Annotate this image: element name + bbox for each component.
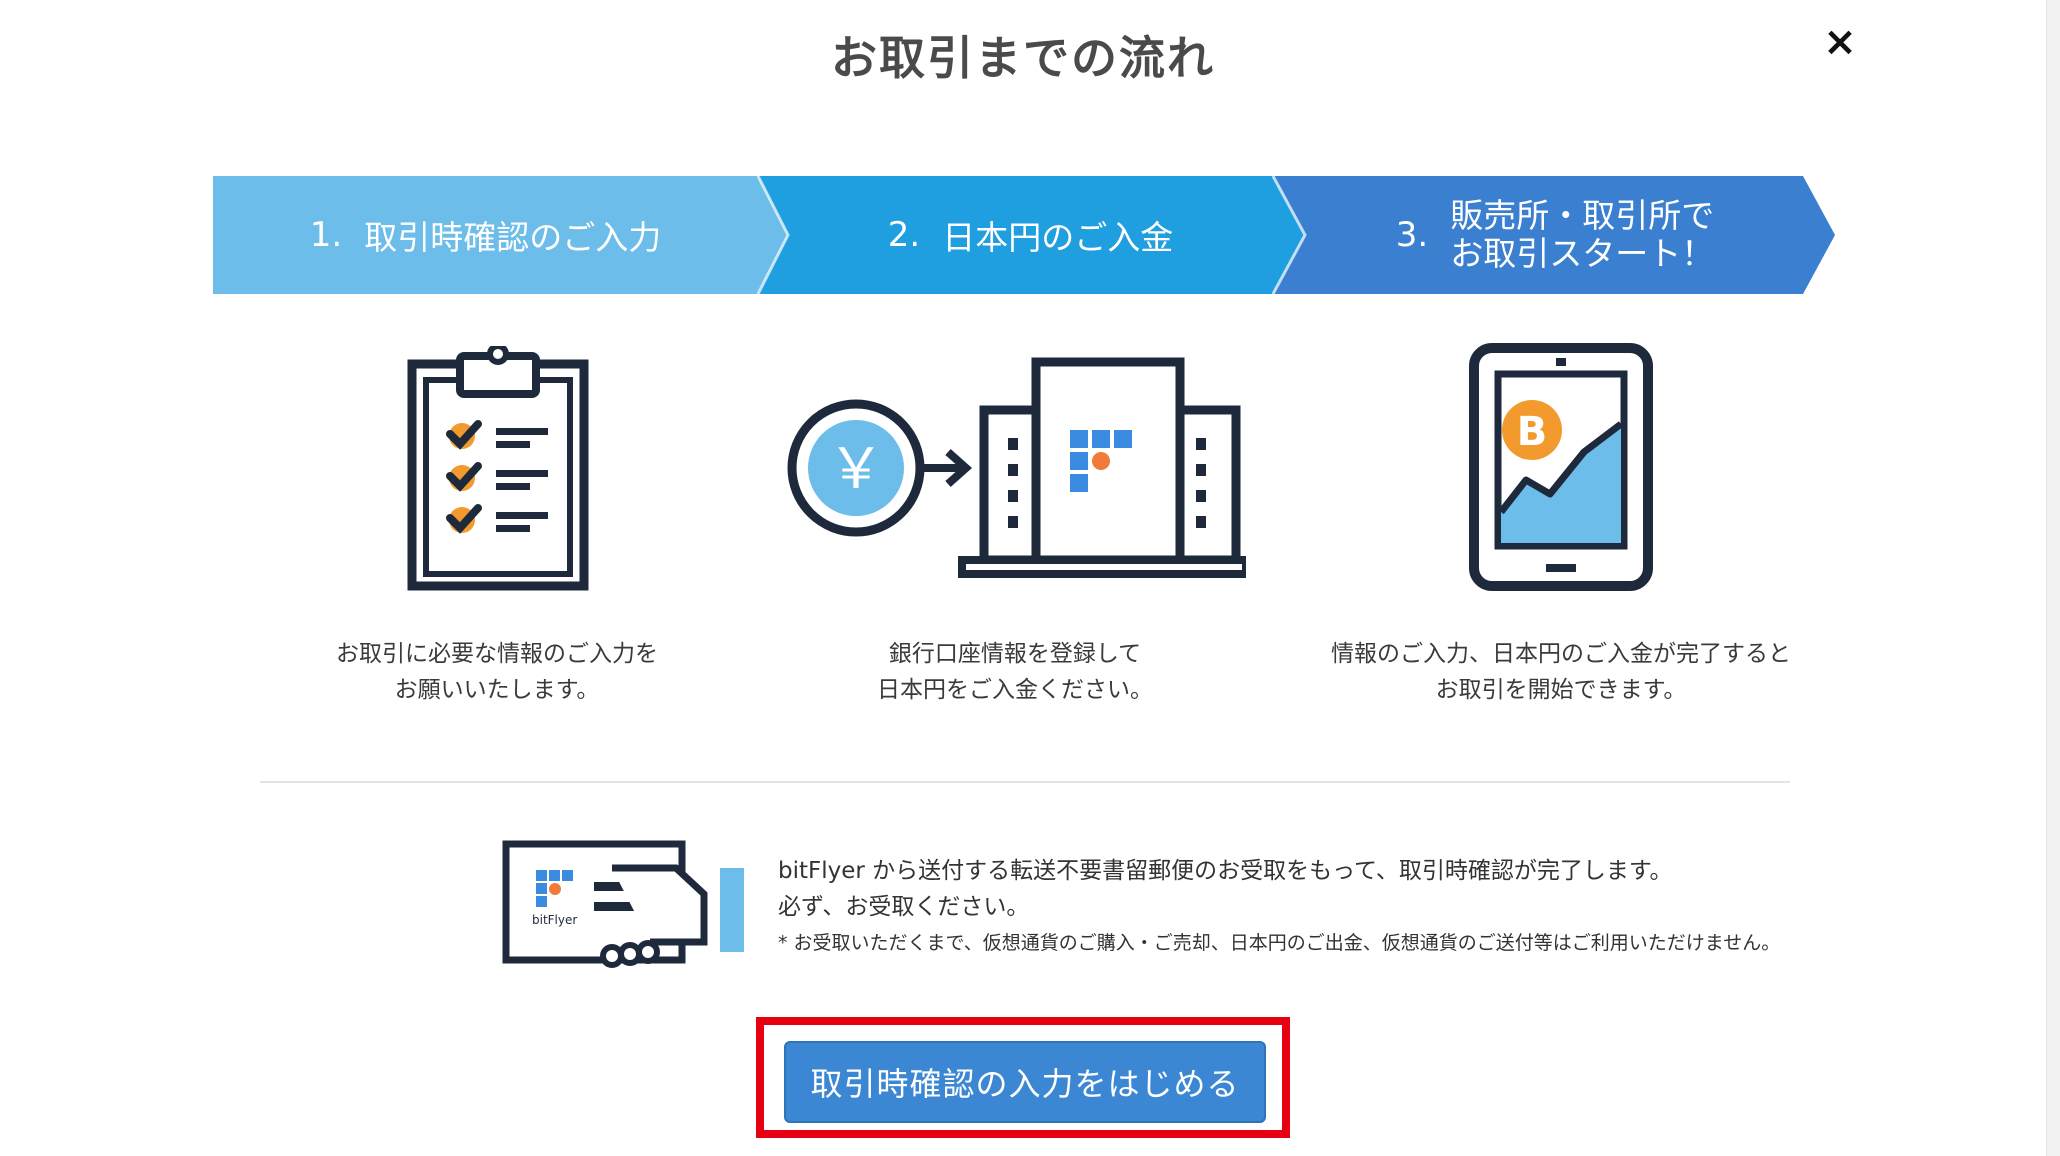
registered-mail-card-icon: bitFlyer xyxy=(502,840,744,968)
step-1-description-line2: お願いいたします。 xyxy=(394,677,600,703)
registered-mail-notice: bitFlyer から送付する転送不要書留郵便のお受取をもって、取引時確認が完了… xyxy=(778,853,1858,961)
yen-to-bank-icon: ￥ xyxy=(787,357,1246,578)
start-verification-button[interactable]: 取引時確認の入力をはじめる xyxy=(784,1041,1266,1123)
close-icon[interactable]: × xyxy=(1818,18,1862,66)
step-1-label: 取引時確認のご入力 xyxy=(364,218,662,257)
step-3: 3. 販売所・取引所で お取引スタート！ xyxy=(1305,176,1805,294)
step-2: 2. 日本円のご入金 xyxy=(788,176,1273,294)
step-3-description: 情報のご入力、日本円のご入金が完了すると お取引を開始できます。 xyxy=(1276,636,1846,708)
section-divider xyxy=(260,781,1790,783)
step-3-number: 3. xyxy=(1395,215,1429,255)
step-1-number: 1. xyxy=(309,215,343,255)
notice-line2: 必ず、お受取ください。 xyxy=(778,894,1030,920)
step-2-number: 2. xyxy=(887,215,921,255)
tablet-bitcoin-chart-icon: B xyxy=(1469,343,1653,591)
step-1-description: お取引に必要な情報のご入力を お願いいたします。 xyxy=(217,636,777,708)
notice-line1: bitFlyer から送付する転送不要書留郵便のお受取をもって、取引時確認が完了… xyxy=(778,858,1673,884)
flow-modal: お取引までの流れ × 1. 取引時確認のご入力 2. 日本円のご入金 3. 販売… xyxy=(0,0,2046,1156)
modal-title: お取引までの流れ xyxy=(831,31,1215,85)
card-brand-text: bitFlyer xyxy=(532,913,577,927)
scrollbar-track[interactable] xyxy=(2046,0,2060,1156)
step-2-description-line1: 銀行口座情報を登録して xyxy=(888,641,1142,667)
notice-footnote: * お受取いただくまで、仮想通貨のご購入・ご売却、日本円のご出金、仮想通貨のご送… xyxy=(778,932,1781,954)
step-2-description-line2: 日本円をご入金ください。 xyxy=(877,677,1153,703)
clipboard-checklist-icon xyxy=(407,346,589,591)
step-1-description-line1: お取引に必要な情報のご入力を xyxy=(336,641,658,667)
yen-symbol: ￥ xyxy=(828,437,884,502)
step-3-label-line2: お取引スタート！ xyxy=(1450,234,1715,273)
step-2-label: 日本円のご入金 xyxy=(942,218,1174,257)
step-banner: 1. 取引時確認のご入力 2. 日本円のご入金 3. 販売所・取引所で お取引ス… xyxy=(213,176,1838,294)
step-3-label: 販売所・取引所で お取引スタート！ xyxy=(1450,197,1714,273)
step-2-description: 銀行口座情報を登録して 日本円をご入金ください。 xyxy=(735,636,1295,708)
bitcoin-symbol: B xyxy=(1517,409,1548,455)
step-3-label-line1: 販売所・取引所で xyxy=(1450,196,1715,235)
step-1: 1. 取引時確認のご入力 xyxy=(213,176,758,294)
step-3-description-line1: 情報のご入力、日本円のご入金が完了すると xyxy=(1331,641,1791,667)
step-3-description-line2: お取引を開始できます。 xyxy=(1435,677,1687,703)
